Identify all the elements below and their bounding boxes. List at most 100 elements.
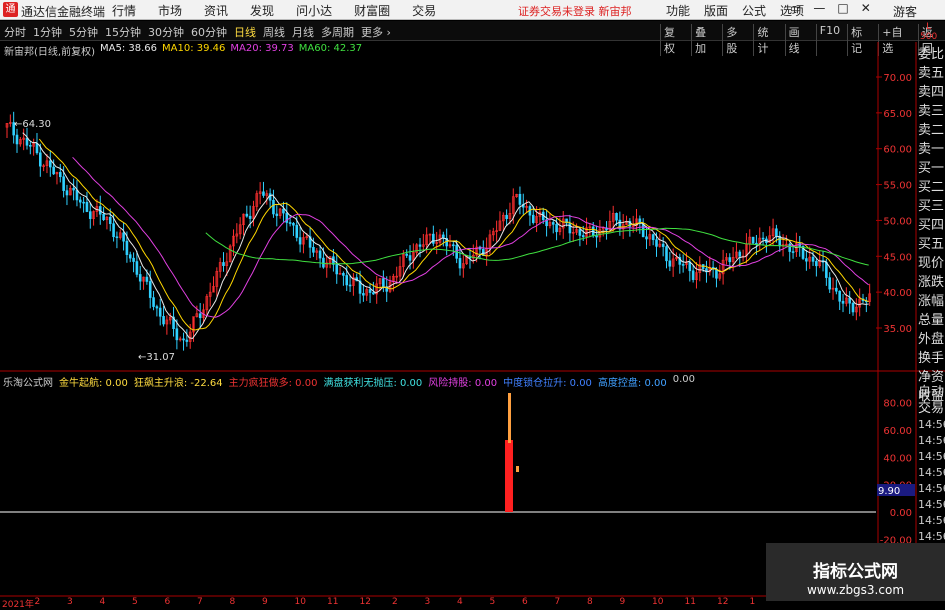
x-tick-label: 8	[587, 597, 593, 607]
sidebar-trade[interactable]: 交易	[918, 401, 945, 417]
sub-legend-item-5: 风险持股: 0.00	[428, 378, 498, 389]
candle-body	[691, 270, 695, 280]
candle-body	[262, 191, 265, 196]
candle-body	[568, 222, 572, 234]
time-list: 14:5614:5614:5614:5614:5614:5614:5614:56…	[918, 417, 945, 561]
candle-body	[362, 293, 365, 296]
candle-body	[25, 137, 29, 146]
candle-body	[88, 211, 92, 219]
candle-body	[738, 251, 742, 257]
sidebar-item-6[interactable]: 买一	[918, 159, 945, 178]
x-tick-label: 10	[294, 597, 306, 607]
candle-body	[342, 273, 345, 276]
sub-legend-item-4: 满盘获利无抛压: 0.00	[323, 378, 423, 389]
candle-body	[581, 235, 585, 238]
price-tick-label: 35.00	[883, 324, 912, 335]
x-tick-label: 6	[522, 597, 528, 607]
sub-marker-label: 9.90	[878, 486, 900, 497]
candle-body	[835, 287, 838, 292]
price-tick-label: 60.00	[883, 145, 912, 156]
sub-legend-item-3: 主力疯狂做多: 0.00	[228, 378, 318, 389]
sidebar-item-16[interactable]: 换手	[918, 349, 945, 368]
sub-legend-item-6: 中度锁仓拉升: 0.00	[503, 378, 592, 389]
x-tick-label: 9	[262, 597, 268, 607]
sidebar-item-10[interactable]: 买五	[918, 235, 945, 254]
x-tick-label: 12	[717, 597, 729, 607]
sidebar-item-1[interactable]: 卖五	[918, 64, 945, 83]
time-item: 14:56	[918, 418, 945, 431]
candle-body	[848, 297, 851, 304]
candle-body	[112, 223, 115, 238]
candle-body	[298, 237, 302, 245]
sub-legend-item-7: 高度控盘: 0.00	[597, 378, 667, 389]
sub-indicator-legend: 乐淘公式网 金牛起航: 0.00 狂飙主升浪: -22.64 主力疯狂做多: 0.00…	[0, 374, 878, 389]
sub-tick-label: 60.00	[883, 426, 912, 437]
candle-body	[382, 278, 385, 288]
candle-body	[135, 261, 139, 275]
candle-body	[312, 247, 315, 253]
watermark-overlay: 指标公式网 www.zbgs3.com	[766, 543, 945, 601]
candle-body	[791, 251, 795, 253]
candle-body	[681, 264, 685, 266]
sidebar-item-14[interactable]: 总量	[918, 311, 945, 330]
candle-body	[825, 261, 828, 278]
x-axis: 2021年 2 3 4 5 6 7 8 9 10 11 12 2 3 4 5 6 7 8 9 10 11 12 1	[0, 597, 945, 610]
candle-body	[655, 239, 658, 247]
candle-body	[851, 302, 855, 313]
x-tick-label: 2021年	[2, 600, 34, 610]
sidebar-auto[interactable]: 自动	[918, 385, 945, 401]
sidebar-item-13[interactable]: 涨幅	[918, 292, 945, 311]
candle-body	[551, 222, 555, 225]
candle-body	[751, 236, 755, 244]
x-tick-label: 12	[359, 597, 371, 607]
price-tick-label: 45.00	[883, 252, 912, 263]
candle-body	[282, 208, 285, 214]
sidebar-item-8[interactable]: 买三	[918, 197, 945, 216]
candle-body	[432, 233, 435, 244]
sidebar-item-4[interactable]: 卖二	[918, 121, 945, 140]
candle-body	[29, 145, 32, 147]
candle-body	[162, 316, 165, 325]
candle-body	[408, 255, 412, 261]
candle-body	[108, 216, 112, 224]
candle-body	[761, 237, 765, 240]
sidebar-item-3[interactable]: 卖三	[918, 102, 945, 121]
sidebar-item-7[interactable]: 买二	[918, 178, 945, 197]
x-tick-label: 7	[554, 597, 561, 607]
candle-body	[828, 277, 832, 290]
sidebar-item-9[interactable]: 买四	[918, 216, 945, 235]
x-tick-label: 5	[489, 597, 496, 607]
sidebar-item-15[interactable]: 外盘	[918, 330, 945, 349]
sub-legend-item-1: 金牛起航: 0.00	[59, 378, 128, 389]
candle-body	[115, 236, 119, 239]
candle-body	[505, 214, 508, 219]
candle-body	[48, 160, 52, 168]
candle-body	[128, 254, 132, 259]
signal-bar-top	[508, 393, 511, 443]
x-tick-label: 3	[424, 597, 431, 607]
price-tick-label: 55.00	[883, 181, 912, 192]
x-tick-label: 9	[619, 597, 626, 607]
candle-body	[645, 236, 648, 240]
sidebar-item-11[interactable]: 现价	[918, 254, 945, 273]
sidebar-item-12[interactable]: 涨跌	[918, 273, 945, 292]
watermark-url: www.zbgs3.com	[806, 583, 905, 597]
candle-body	[125, 240, 129, 255]
x-tick-label: 2	[34, 597, 41, 607]
candle-body	[65, 190, 69, 196]
candle-body	[148, 281, 152, 298]
candle-body	[775, 228, 778, 237]
time-item: 14:56	[918, 498, 945, 511]
sub-tick-label: 80.00	[883, 399, 912, 410]
x-tick-label: 11	[684, 597, 696, 607]
sub-legend-item-8: 0.00	[672, 374, 696, 385]
candle-body	[222, 262, 225, 266]
candle-body	[268, 193, 272, 201]
sidebar-item-0[interactable]: 委比	[918, 45, 945, 64]
sidebar-item-2[interactable]: 卖四	[918, 83, 945, 102]
kline-chart[interactable]: 70.0065.0060.0055.0050.0045.0040.0035.00…	[0, 0, 945, 609]
time-item: 14:56	[918, 434, 945, 447]
price-tick-label: 65.00	[883, 109, 912, 120]
sidebar-item-5[interactable]: 卖一	[918, 140, 945, 159]
candle-body	[665, 246, 668, 262]
